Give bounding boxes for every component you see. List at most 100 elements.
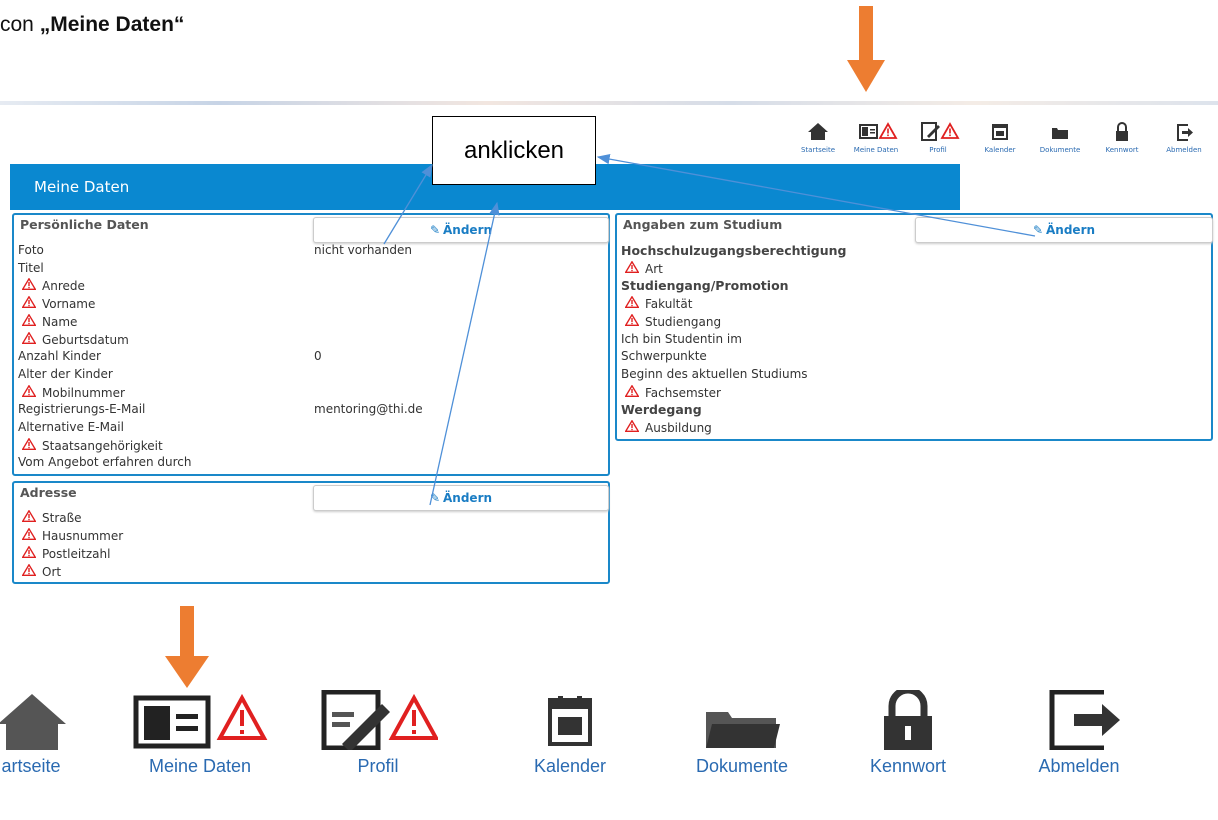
warning-icon — [21, 384, 37, 400]
orange-arrow-top — [847, 6, 885, 92]
warning-icon — [21, 545, 37, 561]
field-label: Ort — [18, 563, 61, 579]
field-label: Vorname — [18, 295, 95, 311]
nav-label: Kennwort — [1105, 146, 1139, 154]
warning-icon — [21, 330, 37, 347]
section-heading: Werdegang — [621, 402, 702, 418]
field-label: Name — [18, 313, 77, 329]
warning-icon — [21, 313, 37, 329]
panel-title: Angaben zum Studium — [623, 217, 783, 232]
logout-icon — [1049, 690, 1120, 750]
nav-label: Profil — [929, 146, 947, 154]
field-value: 0 — [314, 349, 322, 364]
home-icon — [0, 694, 66, 750]
lock-icon — [884, 690, 932, 750]
nav-label: Dokumente — [1039, 146, 1081, 154]
big-nav-meine-daten[interactable]: Meine Daten — [130, 690, 270, 777]
panel-title: Adresse — [20, 485, 77, 500]
calendar-icon — [992, 124, 1008, 140]
nav-label: Abmelden — [1038, 756, 1120, 776]
warning-icon — [21, 527, 37, 543]
nav-profil[interactable]: Profil — [908, 120, 968, 154]
address-panel: Adresse ✎ Ändern Straße Hausnummer Postleit… — [12, 481, 610, 584]
field-label: Titel — [18, 260, 44, 275]
field-label: Alter der Kinder — [18, 366, 113, 381]
field-label: Anrede — [18, 277, 85, 293]
field-label: Beginn des aktuellen Studiums — [621, 366, 808, 381]
warning-icon — [21, 277, 37, 293]
warning-icon — [21, 295, 37, 311]
field-label: Schwerpunkte — [621, 349, 707, 364]
nav-label: artseite — [1, 756, 61, 776]
field-label: Registrierungs-E-Mail — [18, 402, 146, 417]
big-nav-profil[interactable]: Profil — [318, 690, 438, 777]
edit-personal-button[interactable]: ✎ Ändern — [313, 217, 609, 243]
pencil-icon: ✎ — [1032, 223, 1044, 237]
nav-label: Kennwort — [869, 756, 947, 776]
nav-startseite[interactable]: Startseite — [788, 120, 848, 154]
nav-kennwort[interactable]: Kennwort — [1092, 120, 1152, 154]
header-gradient-line — [0, 101, 1218, 105]
field-label: Staatsangehörigkeit — [18, 437, 163, 453]
field-label: Postleitzahl — [18, 545, 110, 561]
warning-icon — [21, 437, 37, 453]
nav-kalender[interactable]: Kalender — [970, 120, 1030, 154]
field-label: Geburtsdatum — [18, 330, 129, 347]
nav-label: Startseite — [800, 146, 836, 154]
lock-icon — [1116, 122, 1128, 141]
nav-label: Dokumente — [695, 756, 789, 776]
page-caption: con „Meine Daten“ — [0, 13, 185, 36]
section-heading: Hochschulzugangsberechtigung — [621, 243, 847, 258]
panel-title: Persönliche Daten — [20, 217, 149, 232]
id-card-icon — [859, 122, 898, 139]
field-label: Straße — [18, 509, 82, 525]
warning-icon — [21, 509, 37, 525]
warning-icon — [624, 260, 640, 276]
big-nav-kalender[interactable]: Kalender — [520, 690, 620, 777]
field-value: mentoring@thi.de — [314, 402, 423, 417]
field-label: Alternative E-Mail — [18, 420, 124, 434]
big-nav-dokumente[interactable]: Dokumente — [692, 690, 792, 777]
edit-study-button[interactable]: ✎ Ändern — [915, 217, 1213, 243]
field-value: nicht vorhanden — [314, 243, 412, 257]
big-nav-kennwort[interactable]: Kennwort — [858, 690, 958, 777]
nav-abmelden[interactable]: Abmelden — [1154, 120, 1214, 154]
field-label: Anzahl Kinder — [18, 349, 101, 364]
field-label: Mobilnummer — [18, 384, 125, 400]
field-label: Foto — [18, 243, 44, 257]
big-nav-abmelden[interactable]: Abmelden — [1024, 690, 1134, 777]
warning-icon — [624, 384, 640, 400]
field-label: Fakultät — [621, 295, 692, 311]
big-nav-startseite[interactable]: artseite — [0, 690, 70, 777]
callout-anklicken: anklicken — [432, 116, 596, 185]
nav-label: Meine Daten — [148, 756, 252, 776]
nav-label: Abmelden — [1166, 146, 1202, 154]
field-label: Art — [621, 260, 663, 276]
field-label: Studiengang — [621, 313, 721, 329]
field-label: Vom Angebot erfahren durch — [18, 455, 192, 470]
orange-arrow-bottom — [165, 606, 209, 688]
nav-label: Meine Daten — [853, 146, 899, 154]
id-card-icon — [133, 693, 268, 749]
warning-icon — [624, 295, 640, 311]
nav-dokumente[interactable]: Dokumente — [1030, 120, 1090, 154]
edit-document-icon — [921, 122, 960, 141]
study-panel: Angaben zum Studium ✎ Ändern Hochschulzug… — [615, 213, 1213, 441]
field-label: Hausnummer — [18, 527, 123, 543]
pencil-icon: ✎ — [429, 491, 441, 505]
folder-icon — [1052, 128, 1068, 139]
nav-label: Kalender — [533, 756, 607, 776]
nav-meine-daten[interactable]: Meine Daten — [846, 120, 906, 154]
pencil-icon: ✎ — [429, 223, 441, 237]
edit-address-button[interactable]: ✎ Ändern — [313, 485, 609, 511]
field-label: Ich bin Studentin im — [621, 331, 742, 346]
nav-label: Profil — [357, 756, 399, 776]
warning-icon — [624, 313, 640, 329]
warning-icon — [21, 563, 37, 579]
nav-label: Kalender — [984, 146, 1016, 154]
calendar-icon — [548, 696, 592, 746]
edit-document-icon — [321, 690, 438, 750]
logout-icon — [1177, 124, 1193, 141]
folder-icon — [706, 712, 780, 748]
section-heading: Studiengang/Promotion — [621, 278, 789, 294]
